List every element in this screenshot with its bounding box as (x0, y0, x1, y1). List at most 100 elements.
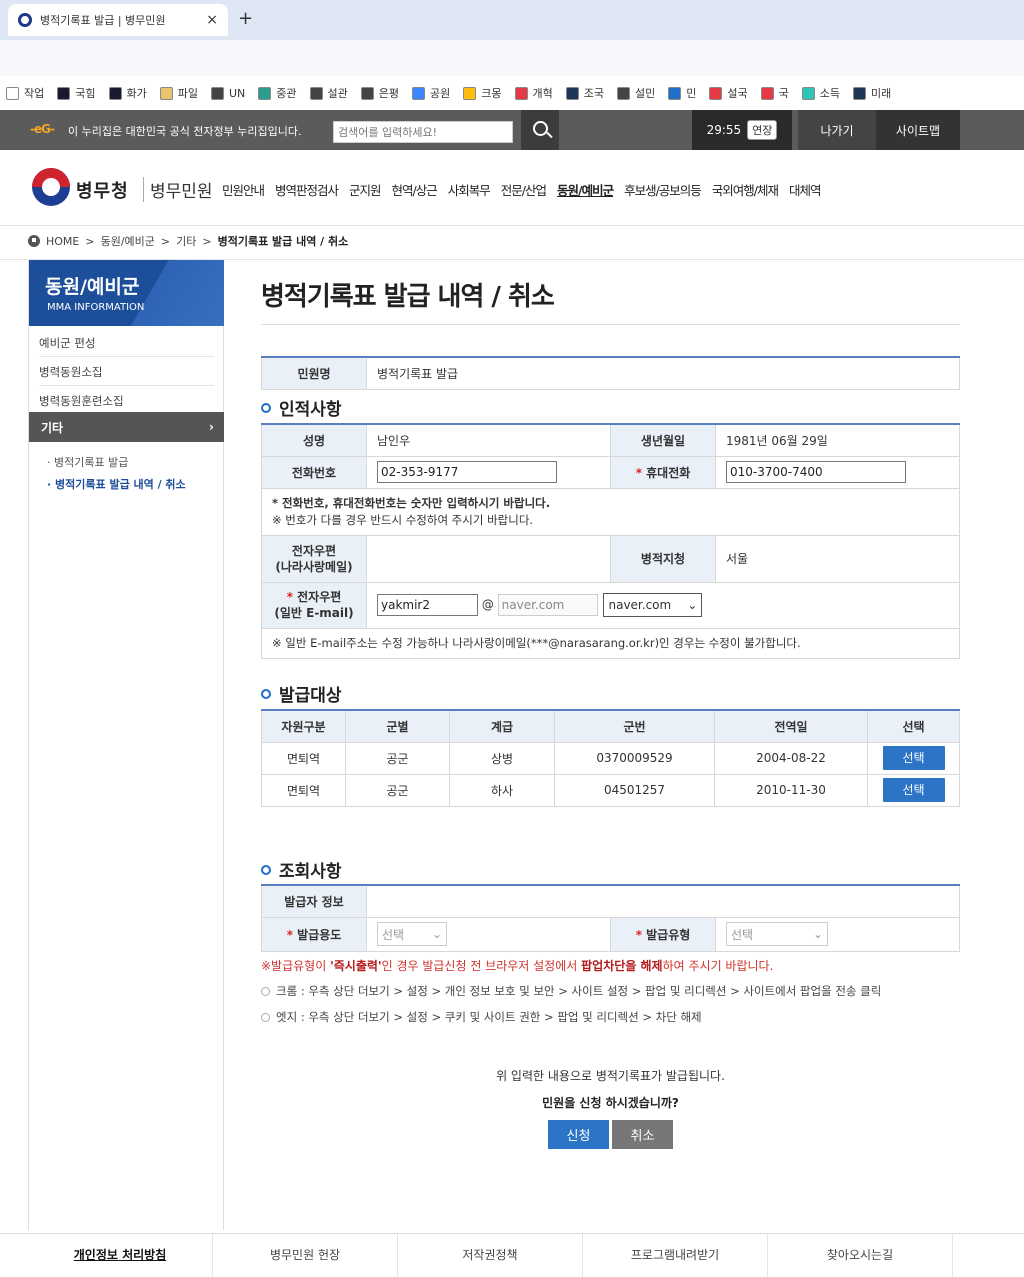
phone-note-1: * 전화번호, 휴대전화번호는 숫자만 입력하시기 바랍니다. (272, 495, 551, 510)
bookmark-item[interactable]: 중관 (258, 85, 297, 101)
nav-item[interactable]: 현역/상근 (392, 180, 438, 199)
sidebar-item-mobilization[interactable]: 병력동원소집 (39, 359, 214, 386)
section-target: 발급대상 (261, 681, 342, 706)
home-icon[interactable] (28, 235, 40, 247)
email-id-input[interactable]: yakmir2 (377, 594, 478, 616)
nav-item[interactable]: 국외여행/체재 (712, 180, 779, 199)
cell-type: 면퇴역 (261, 741, 346, 775)
section-title: 발급대상 (279, 686, 342, 706)
at-sign: @ (481, 597, 494, 612)
tab-close-icon[interactable]: × (206, 12, 218, 28)
breadcrumb-item[interactable]: 기타 (176, 233, 196, 249)
email1-label-2: (나라사랑메일) (275, 559, 353, 574)
bookmark-item[interactable]: 공원 (412, 85, 450, 101)
cell-date: 2004-08-22 (714, 741, 868, 775)
bookmark-item[interactable]: 화가 (108, 85, 147, 101)
bookmark-label: 설국 (727, 87, 748, 100)
select-button[interactable]: 선택 (882, 746, 945, 770)
bookmark-item[interactable]: 조국 (565, 85, 604, 101)
chevron-down-icon: ⌄ (687, 598, 698, 612)
browser-tab[interactable]: 병적기록표 발급 | 병무민원 × (8, 4, 228, 36)
brand-subname[interactable]: 병무민원 (143, 177, 213, 202)
bookmark-label: 중관 (276, 87, 297, 100)
nav-item[interactable]: 후보생/공보의등 (624, 180, 702, 199)
email-domain-input[interactable]: naver.com (497, 594, 598, 616)
nav-item[interactable]: 사회복무 (448, 180, 491, 199)
breadcrumb-current: 병적기록표 발급 내역 / 취소 (217, 235, 349, 248)
bookmark-item[interactable]: 개혁 (514, 85, 553, 101)
select-button[interactable]: 선택 (882, 778, 945, 802)
bookmark-item[interactable]: 파일 (159, 85, 198, 101)
bookmark-item[interactable]: 설국 (709, 85, 748, 101)
bookmark-item[interactable]: 국힘 (57, 85, 96, 101)
kind-select[interactable]: 선택 ⌄ (726, 922, 828, 946)
footer-charter-link[interactable]: 병무민원 헌장 (213, 1233, 398, 1277)
logout-button[interactable]: 나가기 (798, 110, 876, 150)
cell-rank: 하사 (449, 773, 555, 807)
target-table: 자원구분 군별 계급 군번 전역일 선택 면퇴역 공군 상병 037000952… (261, 709, 960, 807)
bookmark-item[interactable]: 설민 (617, 85, 655, 101)
bookmark-icon (565, 86, 579, 100)
email1-label: 전자우편 (나라사랑메일) (261, 534, 367, 583)
bookmark-item[interactable]: 국 (760, 85, 789, 101)
footer-download-link[interactable]: 프로그램내려받기 (583, 1233, 768, 1277)
birth-label: 생년월일 (610, 423, 716, 457)
bullet-icon (261, 402, 271, 413)
section-title: 조회사항 (279, 862, 342, 882)
cell-branch: 공군 (345, 773, 450, 807)
table-row: 면퇴역 공군 하사 04501257 2010-11-30 선택 (261, 773, 960, 807)
sidebar-item-reserve[interactable]: 예비군 편성 (39, 330, 214, 357)
nav-item[interactable]: 동원/예비군 (557, 180, 614, 199)
footer-location-link[interactable]: 찾아오시는길 (768, 1233, 953, 1277)
bookmark-item[interactable]: 미래 (853, 85, 891, 101)
sidebar-sub-issue[interactable]: · 병적기록표 발급 (47, 454, 128, 470)
bookmark-label: 국 (778, 87, 789, 100)
cancel-button[interactable]: 취소 (612, 1120, 673, 1149)
bookmark-item[interactable]: 소득 (801, 85, 841, 101)
email-domain-select[interactable]: naver.com ⌄ (603, 593, 703, 617)
sidebar-item-etc[interactable]: 기타 › (29, 412, 224, 442)
mma-emblem-icon[interactable] (32, 168, 70, 206)
breadcrumb-home[interactable]: HOME (46, 235, 79, 248)
sidebar-sub-history[interactable]: · 병적기록표 발급 내역 / 취소 (47, 476, 186, 492)
sidebar-item-label: 기타 (41, 420, 64, 435)
nav-item[interactable]: 전문/산업 (501, 180, 547, 199)
bookmark-item[interactable]: 민 (668, 85, 696, 101)
bookmark-item[interactable]: UN (211, 86, 245, 100)
site-search-input[interactable] (333, 121, 513, 143)
mobile-input[interactable]: 010-3700-7400 (726, 461, 906, 483)
cell-number: 0370009529 (554, 741, 715, 775)
footer-copyright-link[interactable]: 저작권정책 (398, 1233, 583, 1277)
search-icon[interactable] (521, 110, 559, 150)
bookmark-item[interactable]: 설관 (309, 85, 348, 101)
purpose-select[interactable]: 선택 ⌄ (377, 922, 447, 946)
sidebar-item-training[interactable]: 병력동원훈련소집 (39, 388, 214, 415)
phone-input[interactable]: 02-353-9177 (377, 461, 557, 483)
gov-banner: -eG- 이 누리집은 대한민국 공식 전자정부 누리집입니다. 29:55 연… (0, 110, 1024, 150)
warn-text: 하여 주시기 바랍니다. (662, 959, 774, 973)
bookmark-label: 파일 (177, 87, 198, 100)
brand-name[interactable]: 병무청 (76, 177, 129, 203)
bookmark-label: 소득 (819, 87, 841, 100)
new-tab-button[interactable]: + (238, 8, 253, 29)
extend-button[interactable]: 연장 (747, 120, 778, 140)
chevron-down-icon: ⌄ (431, 927, 442, 941)
bookmark-item[interactable]: 크몽 (463, 85, 502, 101)
email1-label-1: 전자우편 (291, 543, 337, 558)
nav-item[interactable]: 대체역 (789, 180, 822, 199)
bookmark-item[interactable]: 작업 (6, 85, 44, 101)
nav-item[interactable]: 군지원 (349, 180, 382, 199)
footer-privacy-link[interactable]: 개인정보 처리방침 (28, 1233, 213, 1277)
nav-item[interactable]: 병역판정검사 (275, 180, 339, 199)
apply-button[interactable]: 신청 (548, 1120, 609, 1149)
name-label: 성명 (261, 423, 367, 457)
warn-bold: '즉시출력' (330, 959, 382, 973)
bookmark-item[interactable]: 은평 (360, 85, 399, 101)
address-bar-area (0, 40, 1024, 76)
col-header: 군번 (554, 709, 715, 743)
breadcrumb-item[interactable]: 동원/예비군 (101, 233, 155, 249)
sitemap-button[interactable]: 사이트맵 (876, 110, 960, 150)
footer: 개인정보 처리방침 병무민원 헌장 저작권정책 프로그램내려받기 찾아오시는길 (0, 1233, 1024, 1277)
nav-item[interactable]: 민원안내 (222, 180, 265, 199)
sidebar-header: 동원/예비군 MMA INFORMATION (29, 260, 224, 326)
